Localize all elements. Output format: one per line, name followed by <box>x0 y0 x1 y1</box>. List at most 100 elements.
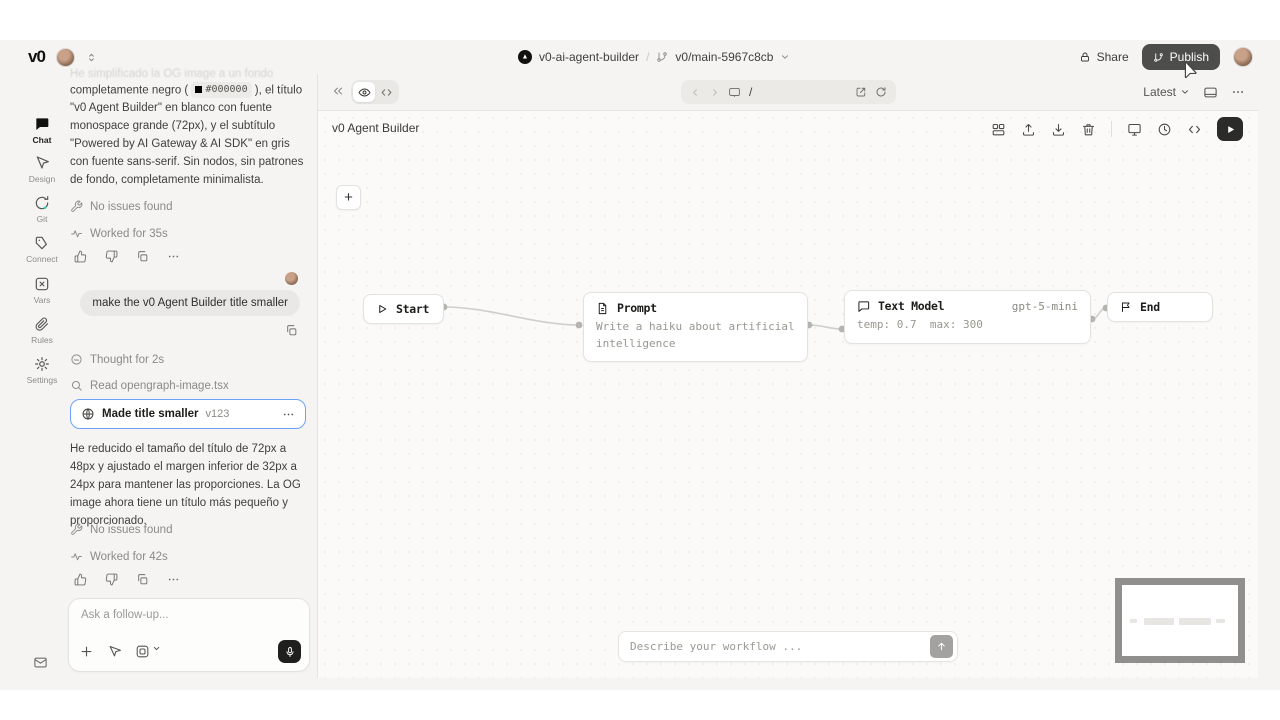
device-preview-icon[interactable] <box>1203 85 1218 100</box>
minimap[interactable] <box>1115 578 1245 663</box>
preview-tab[interactable] <box>353 82 375 102</box>
copy-message-icon[interactable] <box>285 324 298 337</box>
user-avatar[interactable] <box>1233 47 1253 67</box>
thought-row[interactable]: Thought for 2s <box>70 353 164 366</box>
workflow-composer <box>618 631 958 662</box>
worked-status-2: Worked for 42s <box>70 550 168 563</box>
node-label: End <box>1140 300 1160 314</box>
start-play-icon <box>376 303 388 315</box>
thumbs-up-icon[interactable] <box>74 573 87 586</box>
design-icon <box>34 155 50 171</box>
node-label: Start <box>396 302 429 316</box>
preview-window-icon[interactable] <box>1127 122 1142 137</box>
more-icon[interactable] <box>167 573 180 586</box>
code-tab[interactable] <box>375 82 397 102</box>
preview-url-bar[interactable]: / <box>681 80 896 104</box>
preview-more-icon[interactable] <box>1231 85 1245 99</box>
read-file-row[interactable]: Read opengraph-image.tsx <box>70 379 229 392</box>
copy-icon[interactable] <box>136 250 149 263</box>
color-chip: #000000 <box>191 82 251 98</box>
thumbs-up-icon[interactable] <box>74 250 87 263</box>
collapse-panel-icon[interactable] <box>331 84 345 98</box>
chat-panel: He simplificado la OG image a un fondo c… <box>70 40 310 690</box>
publish-icon <box>1153 52 1164 63</box>
chat-icon <box>34 116 50 132</box>
code-icon <box>380 86 393 99</box>
project-name[interactable]: v0-ai-agent-builder <box>539 50 639 64</box>
attach-icon[interactable] <box>79 644 94 659</box>
design-mode-icon[interactable] <box>107 644 122 659</box>
thumbs-down-icon[interactable] <box>105 573 118 586</box>
mic-button[interactable] <box>278 640 301 663</box>
more-icon[interactable] <box>167 250 180 263</box>
publish-button[interactable]: Publish <box>1142 44 1220 70</box>
followup-composer <box>68 598 310 672</box>
open-external-icon[interactable] <box>855 86 867 98</box>
auto-layout-icon[interactable] <box>991 122 1006 137</box>
forward-icon[interactable] <box>709 87 720 98</box>
media-picker-icon[interactable] <box>135 644 161 659</box>
feedback-mail-icon[interactable] <box>33 655 48 670</box>
branch-name[interactable]: v0/main-5967c8cb <box>675 50 773 64</box>
assistant-paragraph-2: He reducido el tamaño del título de 72px… <box>70 441 308 531</box>
add-node-button[interactable]: + <box>336 185 361 210</box>
node-label: Text Model <box>878 299 944 313</box>
globe-icon <box>81 407 95 421</box>
rail-item-settings[interactable]: Settings <box>20 356 64 385</box>
rail-item-git[interactable]: Git <box>20 195 64 224</box>
connect-icon <box>34 235 50 251</box>
git-sync-icon <box>34 195 50 211</box>
share-button[interactable]: Share <box>1079 50 1129 64</box>
delete-icon[interactable] <box>1081 122 1096 137</box>
run-workflow-button[interactable] <box>1217 117 1243 141</box>
thumbs-down-icon[interactable] <box>105 250 118 263</box>
play-icon <box>1225 124 1236 135</box>
activity-icon <box>70 227 83 240</box>
branch-chevron-icon[interactable] <box>780 52 790 62</box>
history-icon[interactable] <box>1157 122 1172 137</box>
url-path[interactable]: / <box>749 85 847 99</box>
rail-item-connect[interactable]: Connect <box>20 235 64 264</box>
scrolled-text: He simplificado la OG image a un fondo <box>70 68 306 80</box>
copy-icon[interactable] <box>136 573 149 586</box>
view-mode-toggle <box>351 80 399 104</box>
node-text-model[interactable]: Text Model gpt-5-mini temp: 0.7 max: 300 <box>844 290 1091 344</box>
toolbar-divider <box>1111 121 1112 137</box>
left-rail: Chat Design Git Connect Vars Rules Setti… <box>20 74 64 690</box>
refresh-icon[interactable] <box>875 86 887 98</box>
workflow-canvas[interactable]: v0 Agent Builder + <box>318 110 1258 678</box>
node-end[interactable]: End <box>1107 292 1213 322</box>
vars-icon <box>34 276 50 292</box>
v0-logo: v0 <box>28 47 45 67</box>
node-start[interactable]: Start <box>363 294 444 324</box>
lock-icon <box>1079 51 1091 63</box>
rail-item-design[interactable]: Design <box>20 155 64 184</box>
console-icon[interactable] <box>728 86 741 99</box>
preview-toolbar: / Latest <box>318 74 1257 110</box>
node-params: temp: 0.7 max: 300 <box>845 317 1090 343</box>
version-card[interactable]: Made title smaller v123 <box>70 399 306 429</box>
workflow-input[interactable] <box>630 640 930 653</box>
rail-item-vars[interactable]: Vars <box>20 276 64 305</box>
followup-input[interactable] <box>81 609 291 621</box>
flag-icon <box>1120 301 1132 313</box>
breadcrumb: ▲ v0-ai-agent-builder / v0/main-5967c8cb <box>518 40 790 74</box>
eye-icon <box>358 86 371 99</box>
settings-icon <box>34 356 50 372</box>
download-icon[interactable] <box>1051 122 1066 137</box>
back-icon[interactable] <box>690 87 701 98</box>
canvas-header: v0 Agent Builder <box>318 111 1258 147</box>
rail-item-rules[interactable]: Rules <box>20 316 64 345</box>
breadcrumb-separator: / <box>646 50 649 64</box>
upload-icon[interactable] <box>1021 122 1036 137</box>
version-card-menu-icon[interactable] <box>282 408 295 421</box>
version-selector[interactable]: Latest <box>1143 85 1190 99</box>
node-prompt[interactable]: Prompt Write a haiku about artificial in… <box>583 292 808 362</box>
view-code-icon[interactable] <box>1187 122 1202 137</box>
rail-item-chat[interactable]: Chat <box>20 116 64 145</box>
issues-status-2: No issues found <box>70 523 172 536</box>
worked-status-1: Worked for 35s <box>70 227 168 240</box>
message-square-icon <box>857 300 870 313</box>
canvas-toolbar <box>991 111 1243 147</box>
workflow-submit-button[interactable] <box>930 635 953 658</box>
